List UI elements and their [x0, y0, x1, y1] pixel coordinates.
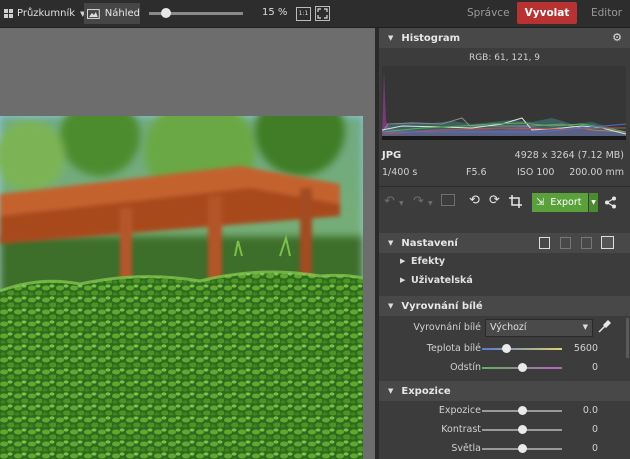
paste-settings-icon[interactable] [560, 237, 571, 249]
rgb-readout: RGB: 61, 121, 9 [468, 53, 541, 63]
white-balance-value: Výchozí [490, 322, 527, 333]
temperature-slider-knob[interactable] [501, 344, 511, 353]
white-balance-select[interactable]: Výchozí ▼ [485, 319, 593, 337]
contrast-slider-knob[interactable] [517, 425, 527, 434]
mode-tab-spravce[interactable]: Správce [467, 7, 510, 19]
file-format: JPG [382, 150, 402, 161]
ratio-button[interactable]: 1:1 [296, 7, 311, 21]
temperature-slider[interactable] [482, 348, 562, 350]
mode-tab-editor[interactable]: Editor [591, 7, 622, 19]
temperature-label: Teplota bílé [426, 343, 481, 354]
white-balance-title: Vyrovnání bílé [401, 300, 483, 312]
gear-icon[interactable]: ⚙ [612, 31, 622, 44]
browser-button[interactable]: Průzkumník ▼ [4, 0, 85, 27]
exposure-slider-knob[interactable] [517, 406, 527, 415]
iso: ISO 100 [517, 167, 555, 178]
tint-label: Odstín [450, 362, 481, 373]
contrast-value: 0 [591, 424, 598, 435]
tint-slider-knob[interactable] [517, 363, 527, 372]
exposure-title: Expozice [401, 385, 451, 397]
top-toolbar: Průzkumník ▼ Náhled 15 % 1:1 Správce Vyv… [0, 0, 630, 28]
contrast-label: Kontrast [441, 424, 481, 435]
file-dimensions: 4928 x 3264 (7.12 MB) [514, 150, 624, 161]
highlights-label: Světla [451, 443, 481, 454]
chevron-down-icon: ▼ [582, 323, 588, 331]
photo-image [0, 116, 363, 459]
compare-icon[interactable] [441, 194, 455, 206]
temperature-value: 5600 [573, 343, 598, 354]
export-dropdown[interactable]: ▼ [589, 193, 598, 212]
highlights-row: Světla 0 [379, 439, 630, 459]
tint-row: Odstín 0 [379, 358, 630, 378]
photo-preview[interactable] [0, 116, 363, 459]
effects-label: Efekty [411, 256, 446, 267]
rotate-left-icon[interactable]: ⟲ [469, 193, 480, 208]
tint-value: 0 [591, 362, 598, 373]
focal-length: 200.00 mm [569, 167, 624, 178]
expand-arrow-icon: ▶ [400, 276, 406, 284]
settings-header[interactable]: ▼ Nastavení [379, 233, 630, 253]
browser-label: Průzkumník [17, 8, 76, 19]
zoom-value: 15 % [262, 7, 288, 18]
undo-dropdown-icon[interactable]: ▼ [399, 200, 404, 207]
divider [379, 186, 630, 187]
white-balance-header[interactable]: ▼ Vyrovnání bílé [379, 296, 630, 316]
zoom-slider-knob[interactable] [160, 8, 171, 18]
collapse-arrow-icon: ▼ [388, 302, 394, 310]
share-icon[interactable] [604, 196, 617, 209]
exposure-value: 0.0 [582, 405, 598, 416]
shutter-speed: 1/400 s [382, 167, 418, 178]
settings-title: Nastavení [401, 237, 458, 249]
histogram-title: Histogram [401, 32, 461, 44]
copy-settings-icon[interactable] [539, 237, 550, 249]
mode-tab-vyvolat[interactable]: Vyvolat [517, 2, 577, 24]
histogram-header[interactable]: ▼ Histogram ⚙ [379, 28, 630, 48]
fullscreen-button[interactable] [315, 6, 330, 21]
save-icon[interactable] [601, 236, 614, 249]
mode-tab-vyvolat-label: Vyvolat [524, 7, 570, 19]
highlights-value: 0 [591, 443, 598, 454]
browser-icon [4, 8, 13, 18]
exposure-label: Expozice [438, 405, 481, 416]
aperture: F5.6 [466, 167, 487, 178]
panel-scrollbar[interactable] [626, 318, 629, 358]
export-button[interactable]: ⇲ Export [532, 193, 588, 212]
exposure-row: Expozice 0.0 [379, 401, 630, 421]
collapse-arrow-icon: ▼ [388, 387, 394, 395]
highlights-slider-knob[interactable] [517, 444, 527, 453]
eyedropper-icon[interactable] [598, 320, 611, 333]
expand-arrow-icon: ▶ [400, 257, 406, 265]
export-label: Export [550, 197, 582, 208]
export-icon: ⇲ [536, 197, 545, 208]
image-icon [87, 8, 100, 19]
white-balance-row: Vyrovnání bílé Výchozí ▼ [379, 318, 630, 338]
collapse-arrow-icon: ▼ [388, 239, 394, 247]
preview-label: Náhled [104, 8, 140, 19]
zoom-slider[interactable] [149, 8, 243, 18]
exposure-header[interactable]: ▼ Expozice [379, 381, 630, 401]
user-presets-label: Uživatelská [411, 275, 473, 286]
collapse-arrow-icon: ▼ [388, 34, 394, 42]
redo-icon[interactable]: ↷ [413, 194, 424, 209]
undo-icon[interactable]: ↶ [384, 194, 395, 209]
rotate-right-icon[interactable]: ⟳ [489, 193, 500, 208]
histogram-graph [382, 66, 626, 140]
clipboard-icon[interactable] [581, 237, 592, 249]
effects-subsection[interactable]: ▶ Efekty [379, 253, 630, 273]
preview-button[interactable]: Náhled [84, 3, 140, 24]
contrast-row: Kontrast 0 [379, 420, 630, 440]
redo-dropdown-icon[interactable]: ▼ [428, 200, 433, 207]
temperature-row: Teplota bílé 5600 [379, 339, 630, 359]
white-balance-label: Vyrovnání bílé [413, 322, 481, 333]
crop-icon[interactable] [509, 195, 522, 208]
fullscreen-icon [317, 8, 328, 19]
user-presets-subsection[interactable]: ▶ Uživatelská [379, 272, 630, 292]
develop-panel: ▼ Histogram ⚙ RGB: 61, 121, 9 JPG 4928 x… [379, 28, 630, 459]
